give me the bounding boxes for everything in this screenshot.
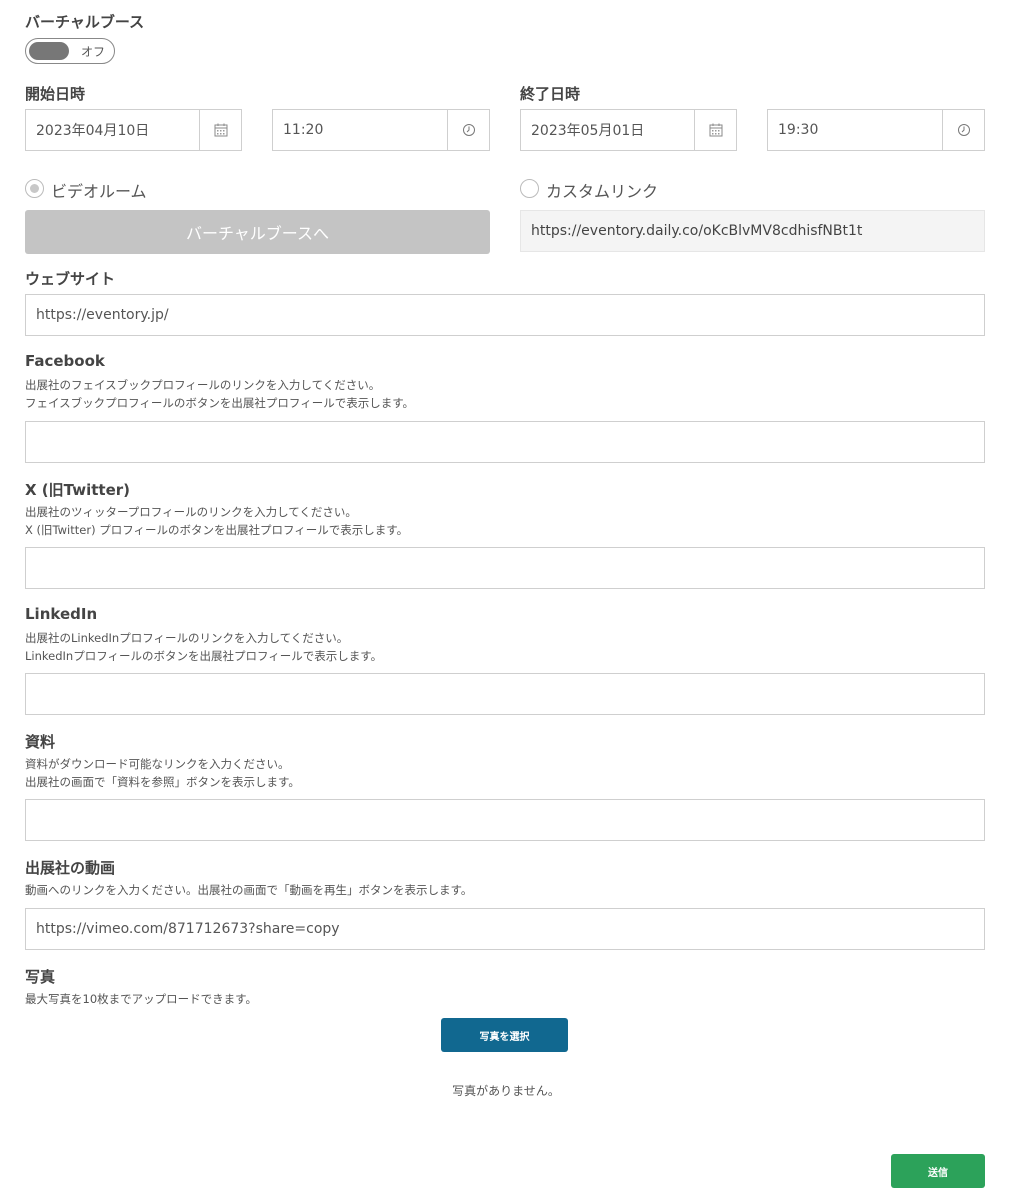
submit-button[interactable]: 送信 bbox=[891, 1154, 985, 1188]
linkedin-help-2: LinkedInプロフィールのボタンを出展社プロフィールで表示します。 bbox=[25, 649, 383, 663]
select-photo-button[interactable]: 写真を選択 bbox=[441, 1018, 568, 1052]
no-photo-text: 写真がありません。 bbox=[452, 1084, 560, 1098]
photos-help-1: 最大写真を10枚までアップロードできます。 bbox=[25, 992, 257, 1006]
photos-label: 写真 bbox=[25, 968, 56, 986]
custom-link-label: カスタムリンク bbox=[546, 182, 659, 201]
materials-label: 資料 bbox=[25, 733, 56, 751]
twitter-help-1: 出展社のツィッタープロフィールのリンクを入力してください。 bbox=[25, 505, 357, 519]
virtual-booth-toggle[interactable]: オフ bbox=[25, 38, 115, 64]
materials-input[interactable] bbox=[25, 799, 985, 841]
materials-help-2: 出展社の画面で「資料を参照」ボタンを表示します。 bbox=[25, 775, 300, 789]
calendar-icon[interactable] bbox=[199, 110, 241, 150]
start-time-value: 11:20 bbox=[283, 122, 324, 138]
clock-icon[interactable] bbox=[447, 110, 489, 150]
website-input[interactable]: https://eventory.jp/ bbox=[25, 294, 985, 336]
end-time-value: 19:30 bbox=[778, 122, 819, 138]
virtual-booth-button[interactable]: バーチャルブースへ bbox=[25, 210, 490, 254]
calendar-icon[interactable] bbox=[694, 110, 736, 150]
start-time-input[interactable]: 11:20 bbox=[272, 109, 490, 151]
video-room-radio[interactable] bbox=[25, 179, 44, 198]
video-room-label: ビデオルーム bbox=[51, 182, 147, 201]
video-value: https://vimeo.com/871712673?share=copy bbox=[36, 921, 340, 937]
clock-icon[interactable] bbox=[942, 110, 984, 150]
facebook-label: Facebook bbox=[25, 352, 105, 370]
website-value: https://eventory.jp/ bbox=[36, 307, 169, 323]
video-help-1: 動画へのリンクを入力ください。出展社の画面で「動画を再生」ボタンを表示します。 bbox=[25, 883, 473, 897]
video-label: 出展社の動画 bbox=[25, 859, 116, 877]
linkedin-help-1: 出展社のLinkedInプロフィールのリンクを入力してください。 bbox=[25, 631, 349, 645]
website-label: ウェブサイト bbox=[25, 270, 116, 288]
facebook-input[interactable] bbox=[25, 421, 985, 463]
facebook-help-2: フェイスブックプロフィールのボタンを出展社プロフィールで表示します。 bbox=[25, 396, 415, 410]
twitter-input[interactable] bbox=[25, 547, 985, 589]
linkedin-label: LinkedIn bbox=[25, 605, 98, 623]
end-date-input[interactable]: 2023年05月01日 bbox=[520, 109, 737, 151]
virtual-booth-title: バーチャルブース bbox=[25, 13, 145, 31]
custom-link-field[interactable]: https://eventory.daily.co/oKcBlvMV8cdhis… bbox=[520, 210, 985, 252]
start-date-value: 2023年04月10日 bbox=[36, 123, 150, 139]
facebook-help-1: 出展社のフェイスブックプロフィールのリンクを入力してください。 bbox=[25, 378, 381, 392]
twitter-label: X (旧Twitter) bbox=[25, 481, 130, 499]
end-date-value: 2023年05月01日 bbox=[531, 123, 645, 139]
toggle-knob bbox=[29, 42, 69, 60]
start-datetime-label: 開始日時 bbox=[25, 85, 86, 103]
toggle-label: オフ bbox=[81, 45, 106, 59]
materials-help-1: 資料がダウンロード可能なリンクを入力ください。 bbox=[25, 757, 290, 771]
linkedin-input[interactable] bbox=[25, 673, 985, 715]
twitter-help-2: X (旧Twitter) プロフィールのボタンを出展社プロフィールで表示します。 bbox=[25, 523, 409, 537]
video-input[interactable]: https://vimeo.com/871712673?share=copy bbox=[25, 908, 985, 950]
end-datetime-label: 終了日時 bbox=[520, 85, 581, 103]
start-date-input[interactable]: 2023年04月10日 bbox=[25, 109, 242, 151]
custom-link-radio[interactable] bbox=[520, 179, 539, 198]
end-time-input[interactable]: 19:30 bbox=[767, 109, 985, 151]
